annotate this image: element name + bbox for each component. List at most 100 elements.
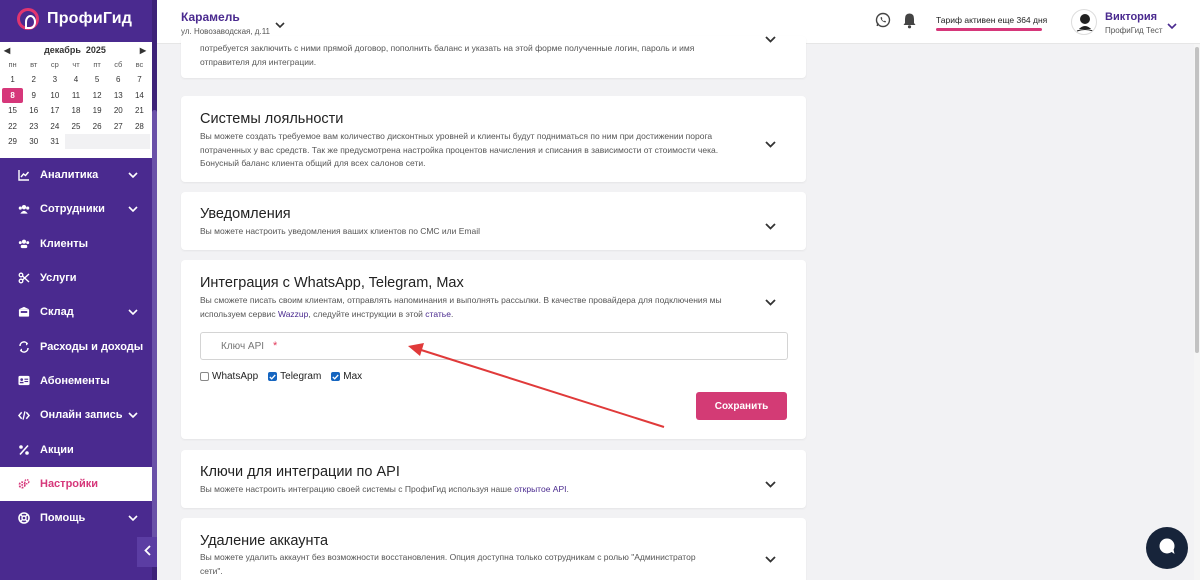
calendar-day[interactable]: 9	[23, 88, 44, 103]
prev-month-icon[interactable]: ◀	[4, 46, 10, 55]
checkbox-unchecked-icon[interactable]	[200, 372, 209, 381]
chat-widget-button[interactable]	[1146, 527, 1188, 569]
avatar[interactable]	[1071, 9, 1097, 35]
card-loyalty[interactable]: Системы лояльности Вы можете создать тре…	[181, 96, 806, 182]
calendar-day[interactable]: 17	[44, 103, 65, 118]
sidebar-item-online-booking[interactable]: Онлайн запись	[0, 398, 152, 432]
checkbox-telegram[interactable]: Telegram	[268, 371, 321, 382]
checkbox-whatsapp[interactable]: WhatsApp	[200, 371, 258, 382]
branch-name: Карамель	[181, 10, 240, 24]
calendar-day[interactable]: 15	[2, 103, 23, 118]
tariff-status[interactable]: Тариф активен еще 364 дня	[936, 15, 1047, 25]
whatsapp-icon[interactable]	[875, 12, 891, 33]
card-icon	[18, 375, 30, 387]
chevron-down-icon[interactable]	[765, 475, 776, 493]
sidebar-item-services[interactable]: Услуги	[0, 261, 152, 295]
calendar-day[interactable]: 7	[129, 72, 150, 87]
chevron-down-icon[interactable]	[765, 217, 776, 235]
article-link[interactable]: статье	[425, 309, 451, 319]
sidebar-item-settings[interactable]: Настройки	[0, 466, 152, 501]
calendar-day[interactable]: 1	[2, 72, 23, 87]
card-title: Уведомления	[200, 206, 291, 222]
calendar-day[interactable]: 22	[2, 119, 23, 134]
collapse-sidebar-button[interactable]	[137, 537, 157, 567]
chevron-down-icon	[128, 512, 138, 524]
calendar-day[interactable]: 6	[108, 72, 129, 87]
save-button[interactable]: Сохранить	[696, 392, 787, 420]
checkbox-max[interactable]: Max	[331, 371, 362, 382]
calendar-day[interactable]: 13	[108, 88, 129, 103]
calendar-day[interactable]: 19	[87, 103, 108, 118]
calendar-day[interactable]: 10	[44, 88, 65, 103]
wazzup-link[interactable]: Wazzup	[278, 309, 308, 319]
bell-icon[interactable]	[902, 12, 917, 34]
calendar-day[interactable]: 18	[65, 103, 86, 118]
calendar-day[interactable]: 30	[23, 134, 44, 149]
chevron-down-icon[interactable]	[765, 550, 776, 568]
sidebar-item-staff[interactable]: Сотрудники	[0, 192, 152, 226]
calendar-day[interactable]: 14	[129, 88, 150, 103]
card-title: Ключи для интеграции по API	[200, 464, 400, 480]
page-scrollbar-thumb[interactable]	[1195, 47, 1199, 353]
calendar-day[interactable]: 2	[23, 72, 44, 87]
calendar-day[interactable]: 5	[87, 72, 108, 87]
calendar-empty-cell	[86, 133, 108, 150]
checkbox-checked-icon[interactable]	[331, 372, 341, 381]
sidebar-item-help[interactable]: Помощь	[0, 501, 152, 535]
logo-icon	[17, 8, 39, 30]
chevron-down-icon[interactable]	[275, 16, 285, 34]
users-icon	[18, 203, 30, 215]
api-key-input[interactable]	[201, 333, 787, 359]
chevron-down-icon	[128, 409, 138, 421]
sidebar-item-finance[interactable]: Расходы и доходы	[0, 329, 152, 363]
api-key-field[interactable]: *	[200, 332, 788, 360]
calendar-empty-cell	[107, 133, 129, 150]
calendar-weekday: чт	[72, 60, 80, 69]
chevron-down-icon[interactable]	[1167, 17, 1177, 35]
card-api-keys[interactable]: Ключи для интеграции по API Вы можете на…	[181, 450, 806, 508]
checkbox-checked-icon[interactable]	[268, 372, 278, 381]
calendar-day[interactable]: 20	[108, 103, 129, 118]
chevron-left-icon	[143, 545, 151, 559]
sidebar-item-label: Услуги	[40, 272, 77, 285]
next-month-icon[interactable]: ▶	[140, 46, 146, 55]
branch-selector[interactable]: Карамель ул. Новозаводская, д.11	[181, 10, 270, 36]
sidebar-item-promotions[interactable]: Акции	[0, 432, 152, 466]
calendar-day[interactable]: 25	[65, 119, 86, 134]
sidebar-item-subscriptions[interactable]: Абонементы	[0, 364, 152, 398]
calendar-day[interactable]: 16	[23, 103, 44, 118]
chevron-down-icon[interactable]	[765, 293, 776, 311]
calendar-day[interactable]: 27	[108, 119, 129, 134]
logo[interactable]: ПрофиГид	[0, 0, 157, 38]
calendar-day[interactable]: 28	[129, 119, 150, 134]
calendar-day[interactable]: 29	[2, 134, 23, 149]
calendar-day[interactable]: 21	[129, 103, 150, 118]
chart-line-icon	[18, 169, 30, 181]
sidebar-item-analytics[interactable]: Аналитика	[0, 158, 152, 192]
user-name[interactable]: Виктория	[1105, 11, 1157, 23]
sidebar: ПрофиГид ◀ декабрь 2025 ▶ пн вт ср чт пт сб вс…	[0, 0, 157, 580]
sidebar-item-clients[interactable]: Клиенты	[0, 227, 152, 261]
calendar-day[interactable]: 23	[23, 119, 44, 134]
chevron-down-icon[interactable]	[765, 30, 776, 48]
calendar-day[interactable]: 31	[44, 134, 65, 149]
percent-icon	[18, 444, 30, 456]
calendar-day[interactable]: 4	[65, 72, 86, 87]
sidebar-nav: Аналитика Сотрудники Клиенты Услуги Скла…	[0, 158, 152, 535]
card-title: Системы лояльности	[200, 111, 344, 127]
chevron-down-icon	[128, 169, 138, 181]
calendar-day[interactable]: 12	[87, 88, 108, 103]
calendar-day[interactable]: 26	[87, 119, 108, 134]
calendar-day[interactable]: 24	[44, 119, 65, 134]
required-marker: *	[273, 340, 278, 352]
calendar-weekday: пт	[93, 60, 101, 69]
card-notifications[interactable]: Уведомления Вы можете настроить уведомле…	[181, 192, 806, 250]
open-api-link[interactable]: открытое API	[514, 484, 566, 494]
card-delete-account[interactable]: Удаление аккаунта Вы можете удалить акка…	[181, 518, 806, 580]
calendar-day[interactable]: 3	[44, 72, 65, 87]
sidebar-item-warehouse[interactable]: Склад	[0, 295, 152, 329]
calendar-day[interactable]: 8	[2, 87, 24, 104]
calendar-day[interactable]: 11	[65, 88, 86, 103]
chevron-down-icon[interactable]	[765, 135, 776, 153]
clients-icon	[18, 238, 30, 250]
